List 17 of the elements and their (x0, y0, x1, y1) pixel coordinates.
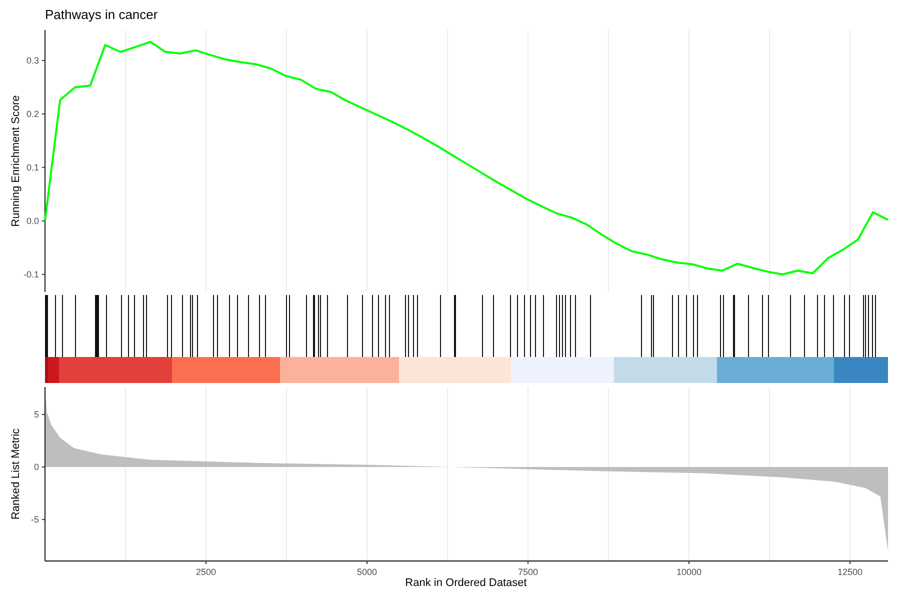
axis-title: Running Enrichment Score (10, 95, 22, 227)
axis-tick-label: 2500 (196, 567, 216, 577)
axis-title: Ranked List Metric (10, 428, 22, 520)
axis-tick-label: 0.3 (26, 55, 39, 66)
chart-title: Pathways in cancer (44, 6, 158, 24)
axis-tick-label: 10000 (676, 567, 702, 577)
axis-tick-label: 0.2 (26, 108, 39, 119)
axis-title: Rank in Ordered Dataset (405, 577, 527, 589)
axis-tick-label: 0.1 (26, 162, 39, 172)
axis-tick-label: 7500 (518, 567, 538, 577)
axis-tick-label: 5000 (356, 567, 378, 577)
axis-tick-label: 12500 (838, 567, 863, 577)
axis-tick-label: 0 (34, 462, 39, 472)
axis-tick-label: 0.0 (26, 216, 39, 226)
axis-tick-label: 5 (34, 410, 39, 420)
axis-tick-label: -5 (30, 514, 39, 525)
axis-tick-label: -0.1 (23, 269, 39, 280)
